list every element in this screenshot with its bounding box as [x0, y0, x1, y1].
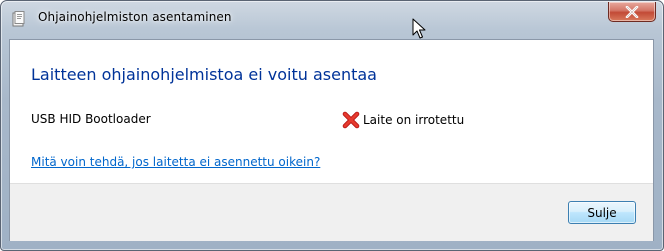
dialog-content: Laitteen ohjainohjelmistoa ei voitu asen… — [9, 39, 654, 241]
driver-icon — [12, 11, 25, 27]
close-icon — [625, 5, 639, 18]
dialog-footer: Sulje — [10, 183, 653, 241]
error-heading: Laitteen ohjainohjelmistoa ei voitu asen… — [31, 65, 377, 84]
close-button[interactable] — [608, 2, 656, 22]
close-dialog-button[interactable]: Sulje — [568, 201, 636, 224]
device-status-text: Laite on irrotettu — [363, 113, 465, 127]
device-status: Laite on irrotettu — [342, 111, 464, 129]
mouse-cursor-icon — [412, 18, 426, 39]
window-title: Ohjainohjelmiston asentaminen — [38, 10, 232, 24]
dialog-window: Ohjainohjelmiston asentaminen Laitteen o… — [0, 0, 664, 251]
error-x-icon — [342, 111, 360, 129]
help-link[interactable]: Mitä voin tehdä, jos laitetta ei asennet… — [31, 155, 320, 169]
title-bar[interactable]: Ohjainohjelmiston asentaminen — [1, 1, 663, 39]
device-name: USB HID Bootloader — [31, 112, 151, 126]
